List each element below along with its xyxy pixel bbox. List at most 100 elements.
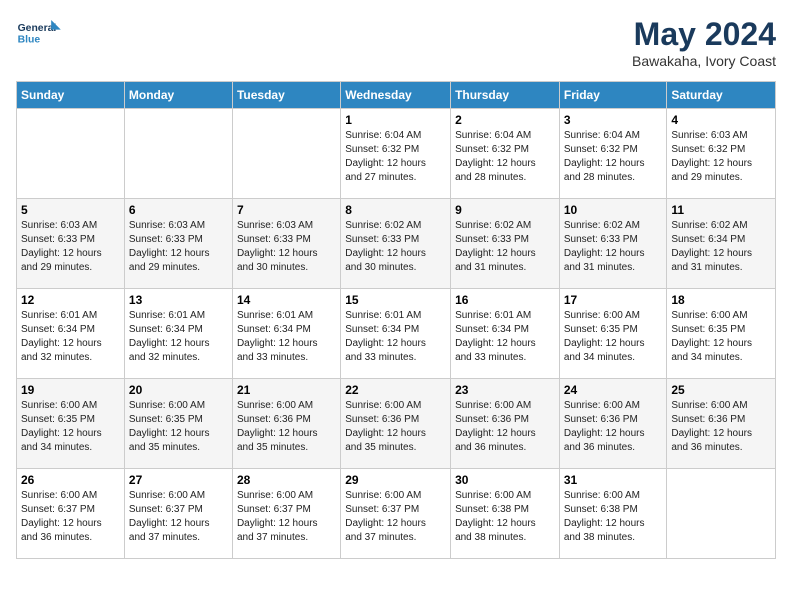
day-number: 19 [21,383,120,397]
calendar-cell: 15 Sunrise: 6:01 AM Sunset: 6:34 PM Dayli… [341,289,451,379]
day-info: Sunrise: 6:03 AM Sunset: 6:32 PM Dayligh… [671,129,771,185]
day-number: 28 [237,473,336,487]
calendar-cell: 14 Sunrise: 6:01 AM Sunset: 6:34 PM Dayli… [232,289,340,379]
day-number: 15 [345,293,446,307]
calendar-cell: 9Sunrise: 6:02 AM Sunset: 6:33 PM Daylig… [451,199,560,289]
day-number: 17 [564,293,663,307]
calendar-cell: 2Sunrise: 6:04 AM Sunset: 6:32 PM Daylig… [451,109,560,199]
calendar-cell: 11 Sunrise: 6:02 AM Sunset: 6:34 PM Dayli… [667,199,776,289]
calendar-cell: 12 Sunrise: 6:01 AM Sunset: 6:34 PM Dayli… [17,289,125,379]
day-info: Sunrise: 6:01 AM Sunset: 6:34 PM Dayligh… [21,309,120,365]
calendar-body: 1 Sunrise: 6:04 AM Sunset: 6:32 PM Daylig… [17,109,776,559]
calendar-cell: 8 Sunrise: 6:02 AM Sunset: 6:33 PM Daylig… [341,199,451,289]
day-info: Sunrise: 6:00 AM Sunset: 6:36 PM Dayligh… [455,399,555,455]
calendar-cell: 20 Sunrise: 6:00 AM Sunset: 6:35 PM Dayli… [124,379,232,469]
calendar-cell: 28 Sunrise: 6:00 AM Sunset: 6:37 PM Dayli… [232,469,340,559]
logo-svg: General Blue [16,16,64,56]
day-number: 16 [455,293,555,307]
day-number: 14 [237,293,336,307]
calendar-cell: 23Sunrise: 6:00 AM Sunset: 6:36 PM Dayli… [451,379,560,469]
day-number: 6 [129,203,228,217]
calendar-cell: 19 Sunrise: 6:00 AM Sunset: 6:35 PM Dayli… [17,379,125,469]
day-number: 20 [129,383,228,397]
calendar-cell: 10 Sunrise: 6:02 AM Sunset: 6:33 PM Dayli… [559,199,667,289]
calendar-cell: 24Sunrise: 6:00 AM Sunset: 6:36 PM Dayli… [559,379,667,469]
calendar-week-3: 12 Sunrise: 6:01 AM Sunset: 6:34 PM Dayli… [17,289,776,379]
col-thursday: Thursday [451,82,560,109]
calendar-cell: 31 Sunrise: 6:00 AM Sunset: 6:38 PM Dayli… [559,469,667,559]
day-info: Sunrise: 6:02 AM Sunset: 6:34 PM Dayligh… [671,219,771,275]
title-block: May 2024 Bawakaha, Ivory Coast [632,16,776,69]
day-number: 8 [345,203,446,217]
day-info: Sunrise: 6:01 AM Sunset: 6:34 PM Dayligh… [455,309,555,365]
day-info: Sunrise: 6:00 AM Sunset: 6:37 PM Dayligh… [345,489,446,545]
svg-text:Blue: Blue [18,34,41,45]
day-number: 21 [237,383,336,397]
col-wednesday: Wednesday [341,82,451,109]
day-info: Sunrise: 6:01 AM Sunset: 6:34 PM Dayligh… [345,309,446,365]
calendar-week-4: 19 Sunrise: 6:00 AM Sunset: 6:35 PM Dayli… [17,379,776,469]
calendar-cell: 25Sunrise: 6:00 AM Sunset: 6:36 PM Dayli… [667,379,776,469]
day-number: 7 [237,203,336,217]
day-info: Sunrise: 6:02 AM Sunset: 6:33 PM Dayligh… [564,219,663,275]
calendar-cell: 18 Sunrise: 6:00 AM Sunset: 6:35 PM Dayli… [667,289,776,379]
day-info: Sunrise: 6:00 AM Sunset: 6:36 PM Dayligh… [345,399,446,455]
day-info: Sunrise: 6:01 AM Sunset: 6:34 PM Dayligh… [237,309,336,365]
day-info: Sunrise: 6:00 AM Sunset: 6:37 PM Dayligh… [237,489,336,545]
calendar-cell: 21 Sunrise: 6:00 AM Sunset: 6:36 PM Dayli… [232,379,340,469]
calendar-week-5: 26 Sunrise: 6:00 AM Sunset: 6:37 PM Dayli… [17,469,776,559]
day-info: Sunrise: 6:04 AM Sunset: 6:32 PM Dayligh… [564,129,663,185]
calendar-cell: 26 Sunrise: 6:00 AM Sunset: 6:37 PM Dayli… [17,469,125,559]
calendar-cell: 4 Sunrise: 6:03 AM Sunset: 6:32 PM Daylig… [667,109,776,199]
calendar-cell: 27Sunrise: 6:00 AM Sunset: 6:37 PM Dayli… [124,469,232,559]
calendar-cell: 3Sunrise: 6:04 AM Sunset: 6:32 PM Daylig… [559,109,667,199]
day-number: 12 [21,293,120,307]
calendar-cell: 22 Sunrise: 6:00 AM Sunset: 6:36 PM Dayli… [341,379,451,469]
col-sunday: Sunday [17,82,125,109]
calendar-cell: 13 Sunrise: 6:01 AM Sunset: 6:34 PM Dayli… [124,289,232,379]
day-info: Sunrise: 6:02 AM Sunset: 6:33 PM Dayligh… [345,219,446,275]
calendar-cell: 5 Sunrise: 6:03 AM Sunset: 6:33 PM Daylig… [17,199,125,289]
calendar-cell: 6Sunrise: 6:03 AM Sunset: 6:33 PM Daylig… [124,199,232,289]
calendar-week-2: 5 Sunrise: 6:03 AM Sunset: 6:33 PM Daylig… [17,199,776,289]
day-info: Sunrise: 6:00 AM Sunset: 6:38 PM Dayligh… [564,489,663,545]
calendar-cell [17,109,125,199]
day-info: Sunrise: 6:00 AM Sunset: 6:35 PM Dayligh… [671,309,771,365]
calendar-cell: 7Sunrise: 6:03 AM Sunset: 6:33 PM Daylig… [232,199,340,289]
day-number: 10 [564,203,663,217]
day-info: Sunrise: 6:00 AM Sunset: 6:37 PM Dayligh… [21,489,120,545]
day-number: 9 [455,203,555,217]
day-info: Sunrise: 6:00 AM Sunset: 6:36 PM Dayligh… [237,399,336,455]
calendar-cell: 30Sunrise: 6:00 AM Sunset: 6:38 PM Dayli… [451,469,560,559]
day-number: 11 [671,203,771,217]
day-info: Sunrise: 6:00 AM Sunset: 6:35 PM Dayligh… [129,399,228,455]
day-info: Sunrise: 6:00 AM Sunset: 6:35 PM Dayligh… [564,309,663,365]
calendar-header: Sunday Monday Tuesday Wednesday Thursday… [17,82,776,109]
day-info: Sunrise: 6:00 AM Sunset: 6:36 PM Dayligh… [671,399,771,455]
day-info: Sunrise: 6:00 AM Sunset: 6:37 PM Dayligh… [129,489,228,545]
day-number: 1 [345,113,446,127]
day-number: 26 [21,473,120,487]
day-number: 13 [129,293,228,307]
day-number: 31 [564,473,663,487]
day-number: 18 [671,293,771,307]
day-number: 5 [21,203,120,217]
calendar-cell: 29Sunrise: 6:00 AM Sunset: 6:37 PM Dayli… [341,469,451,559]
day-number: 4 [671,113,771,127]
day-number: 24 [564,383,663,397]
day-number: 2 [455,113,555,127]
location: Bawakaha, Ivory Coast [632,53,776,69]
col-monday: Monday [124,82,232,109]
calendar-cell [232,109,340,199]
day-info: Sunrise: 6:00 AM Sunset: 6:35 PM Dayligh… [21,399,120,455]
calendar-week-1: 1 Sunrise: 6:04 AM Sunset: 6:32 PM Daylig… [17,109,776,199]
day-number: 22 [345,383,446,397]
calendar-table: Sunday Monday Tuesday Wednesday Thursday… [16,81,776,559]
day-info: Sunrise: 6:00 AM Sunset: 6:38 PM Dayligh… [455,489,555,545]
day-info: Sunrise: 6:01 AM Sunset: 6:34 PM Dayligh… [129,309,228,365]
logo: General Blue [16,16,64,56]
calendar-cell [124,109,232,199]
header-row: Sunday Monday Tuesday Wednesday Thursday… [17,82,776,109]
svg-text:General: General [18,23,57,34]
day-info: Sunrise: 6:03 AM Sunset: 6:33 PM Dayligh… [21,219,120,275]
